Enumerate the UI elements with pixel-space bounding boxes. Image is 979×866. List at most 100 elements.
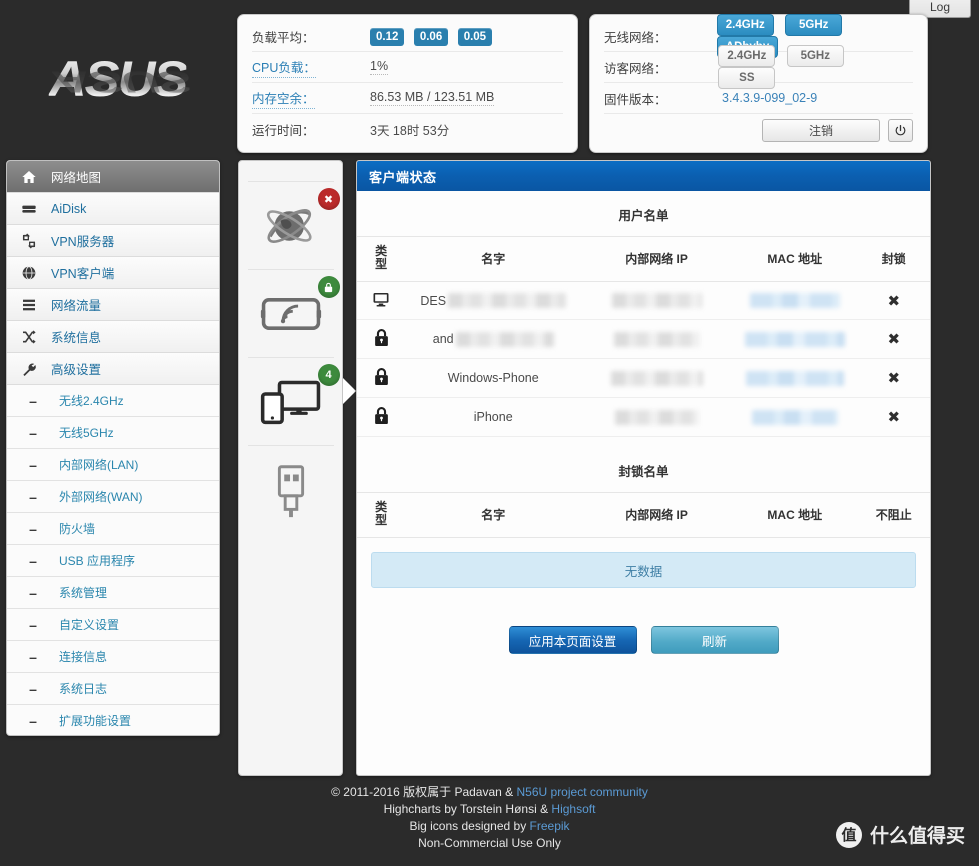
sidebar-subitem-system-admin[interactable]: – 系统管理 xyxy=(7,577,219,609)
sidebar-subitem-lan[interactable]: – 内部网络(LAN) xyxy=(7,449,219,481)
sidebar-item-vpn-server[interactable]: VPN服务器 xyxy=(7,225,219,257)
traffic-icon xyxy=(7,297,51,313)
sidebar-subitem-label: 无线2.4GHz xyxy=(59,394,124,408)
cpu-load-label[interactable]: CPU负载： xyxy=(252,57,316,78)
memory-free-value: 86.53 MB / 123.51 MB xyxy=(370,90,495,106)
home-icon xyxy=(7,169,51,185)
client-mac-cell xyxy=(731,397,858,437)
client-ip-redacted xyxy=(610,370,703,386)
load-badge-2: 0.06 xyxy=(413,27,449,46)
logout-button[interactable]: 注销 xyxy=(762,118,880,142)
blocked-section-title: 封锁名单 xyxy=(357,437,930,493)
client-name-cell: Windows-Phone xyxy=(405,358,582,398)
column-header-ip: 内部网络 IP xyxy=(581,237,732,282)
logout-row: 注销 xyxy=(604,114,913,144)
wrench-icon xyxy=(7,361,51,377)
uptime-label: 运行时间： xyxy=(252,124,315,138)
clients-count-badge: 4 xyxy=(317,364,340,386)
client-block-cell[interactable]: ✖ xyxy=(857,358,930,398)
blocked-table-header: 类 型 名字 内部网络 IP MAC 地址 不阻止 xyxy=(357,493,930,538)
sidebar-subitem-usb-apps[interactable]: – USB 应用程序 xyxy=(7,545,219,577)
footer-line-1: © 2011-2016 版权属于 Padavan & N56U project … xyxy=(0,784,979,801)
sidebar-subitem-firewall[interactable]: – 防火墙 xyxy=(7,513,219,545)
block-client-button[interactable]: ✖ xyxy=(888,331,901,348)
sidebar-item-label: VPN客户端 xyxy=(51,267,115,281)
sidebar-item-network-map[interactable]: 网络地图 xyxy=(7,161,219,193)
sidebar-subitem-wireless-24[interactable]: – 无线2.4GHz xyxy=(7,385,219,417)
client-mac-cell xyxy=(731,319,858,359)
footer-line-3: Big icons designed by Freepik xyxy=(0,818,979,835)
load-average-label: 负载平均： xyxy=(252,30,315,45)
wireless-pill-5ghz[interactable]: 5GHz xyxy=(785,14,843,36)
sidebar-subitem-wan[interactable]: – 外部网络(WAN) xyxy=(7,481,219,513)
blocked-table: 类 型 名字 内部网络 IP MAC 地址 不阻止 xyxy=(357,493,930,538)
sidebar-subitem-custom-settings[interactable]: – 自定义设置 xyxy=(7,609,219,641)
internet-status-badge-label: ✖ xyxy=(323,193,334,206)
sidebar-item-network-traffic[interactable]: 网络流量 xyxy=(7,289,219,321)
network-map-internet[interactable]: ✖ xyxy=(247,181,340,269)
sidebar-subitem-system-log[interactable]: – 系统日志 xyxy=(7,673,219,705)
sidebar-subitem-label: 无线5GHz xyxy=(59,426,114,440)
watermark: 值 什么值得买 xyxy=(835,821,965,848)
sidebar-subitem-label: 外部网络(WAN) xyxy=(59,490,143,504)
column-header-mac: MAC 地址 xyxy=(731,493,858,538)
uptime-value: 3天 18时 53分 xyxy=(370,124,450,138)
refresh-button[interactable]: 刷新 xyxy=(650,626,779,654)
footer-highsoft-link[interactable]: Highsoft xyxy=(551,802,595,816)
client-mac-cell xyxy=(731,358,858,398)
network-map-wireless[interactable] xyxy=(247,269,340,357)
sidebar-item-aidisk[interactable]: AiDisk xyxy=(7,193,219,225)
sidebar-item-system-info[interactable]: 系统信息 xyxy=(7,321,219,353)
client-ip-cell xyxy=(581,281,732,320)
sidebar-subitem-label: 内部网络(LAN) xyxy=(59,458,139,472)
sidebar-item-label: 网络地图 xyxy=(51,171,102,185)
dash-icon: – xyxy=(29,712,37,729)
globe-icon xyxy=(7,265,51,281)
apply-settings-label: 应用本页面设置 xyxy=(528,634,617,649)
block-client-button[interactable]: ✖ xyxy=(888,409,901,426)
footer-freepik-link[interactable]: Freepik xyxy=(530,819,570,833)
apply-settings-button[interactable]: 应用本页面设置 xyxy=(508,626,637,654)
client-type-cell xyxy=(357,281,406,320)
log-tab-label: Log xyxy=(929,0,951,14)
block-client-button[interactable]: ✖ xyxy=(888,293,901,310)
sidebar-item-advanced-settings[interactable]: 高级设置 xyxy=(7,353,219,385)
sidebar-subitem-extensions[interactable]: – 扩展功能设置 xyxy=(7,705,219,735)
sidebar-subitem-label: USB 应用程序 xyxy=(59,554,136,568)
column-header-mac: MAC 地址 xyxy=(731,237,858,282)
wireless-pill-24ghz[interactable]: 2.4GHz xyxy=(716,14,774,36)
firmware-value[interactable]: 3.4.3.9-099_02-9 xyxy=(722,91,817,105)
vpn-server-icon xyxy=(7,232,51,249)
client-ip-redacted xyxy=(614,409,699,425)
column-header-type: 类 型 xyxy=(357,493,406,538)
lock-icon xyxy=(324,282,333,292)
client-block-cell[interactable]: ✖ xyxy=(857,281,930,320)
sidebar-subitem-wireless-5[interactable]: – 无线5GHz xyxy=(7,417,219,449)
clients-table-header: 类 型 名字 内部网络 IP MAC 地址 封锁 xyxy=(357,237,930,282)
table-row: Windows-Phone ✖ xyxy=(357,358,930,398)
power-button[interactable] xyxy=(888,118,913,142)
block-client-button[interactable]: ✖ xyxy=(888,370,901,387)
guest-pill-24ghz[interactable]: 2.4GHz xyxy=(718,45,776,67)
logout-button-label: 注销 xyxy=(808,123,833,138)
sidebar-item-label: AiDisk xyxy=(51,201,87,216)
client-name-redacted xyxy=(455,331,554,347)
guest-pill-5ghz[interactable]: 5GHz xyxy=(786,45,844,67)
watermark-text: 什么值得买 xyxy=(869,826,965,847)
network-map-clients[interactable]: 4 xyxy=(247,357,340,445)
client-name-cell: iPhone xyxy=(405,397,582,437)
client-block-cell[interactable]: ✖ xyxy=(857,397,930,437)
memory-free-label[interactable]: 内存空余： xyxy=(252,88,315,109)
wireless-router-icon xyxy=(260,297,321,330)
footer-project-link[interactable]: N56U project community xyxy=(517,785,648,799)
client-block-cell[interactable]: ✖ xyxy=(857,319,930,359)
client-ip-redacted xyxy=(611,293,702,309)
sidebar-subitem-label: 连接信息 xyxy=(59,650,108,664)
guest-pill-ss[interactable]: SS xyxy=(718,67,776,89)
network-map-usb[interactable] xyxy=(247,445,334,533)
sidebar-item-label: 系统信息 xyxy=(51,331,102,345)
sidebar-item-vpn-client[interactable]: VPN客户端 xyxy=(7,257,219,289)
table-row: iPhone ✖ xyxy=(357,397,930,437)
status-row-cpu: CPU负载： 1% xyxy=(252,52,563,83)
sidebar-subitem-connection-info[interactable]: – 连接信息 xyxy=(7,641,219,673)
